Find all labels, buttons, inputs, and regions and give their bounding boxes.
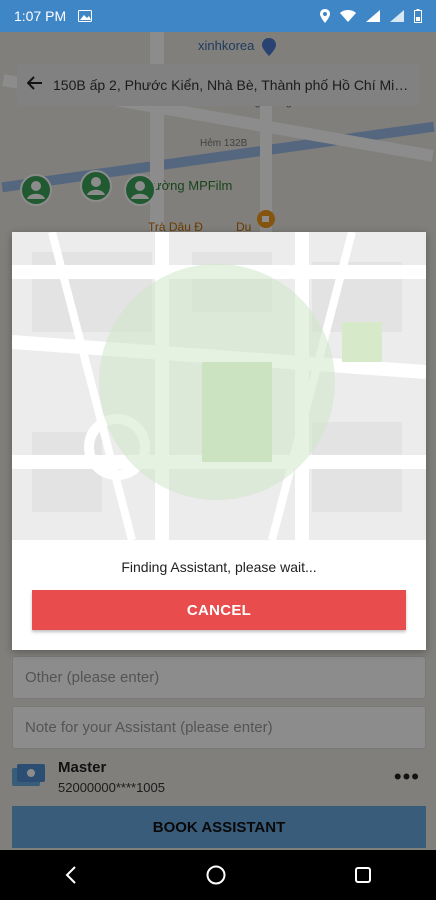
status-bar: 1:07 PM bbox=[0, 0, 436, 32]
status-time: 1:07 PM bbox=[14, 8, 67, 24]
finding-assistant-dialog: Finding Assistant, please wait... CANCEL bbox=[12, 232, 426, 650]
address-bar[interactable]: 150B ấp 2, Phước Kiển, Nhà Bè, Thành phố… bbox=[17, 64, 419, 106]
back-arrow-icon[interactable] bbox=[26, 75, 43, 95]
wifi-icon bbox=[340, 10, 356, 22]
address-text: 150B ấp 2, Phước Kiển, Nhà Bè, Thành phố… bbox=[53, 77, 409, 93]
dialog-map-illustration bbox=[12, 232, 426, 540]
battery-icon bbox=[414, 9, 422, 23]
finding-assistant-message: Finding Assistant, please wait... bbox=[121, 559, 317, 575]
location-icon bbox=[320, 9, 330, 23]
nav-home-icon[interactable] bbox=[206, 865, 226, 885]
cancel-button[interactable]: CANCEL bbox=[32, 590, 406, 630]
navigation-bar bbox=[0, 850, 436, 900]
nav-back-icon[interactable] bbox=[64, 866, 78, 884]
signal-icon bbox=[366, 10, 380, 22]
gallery-notification-icon bbox=[78, 10, 93, 22]
nav-recents-icon[interactable] bbox=[354, 866, 372, 884]
signal2-icon bbox=[390, 10, 404, 22]
